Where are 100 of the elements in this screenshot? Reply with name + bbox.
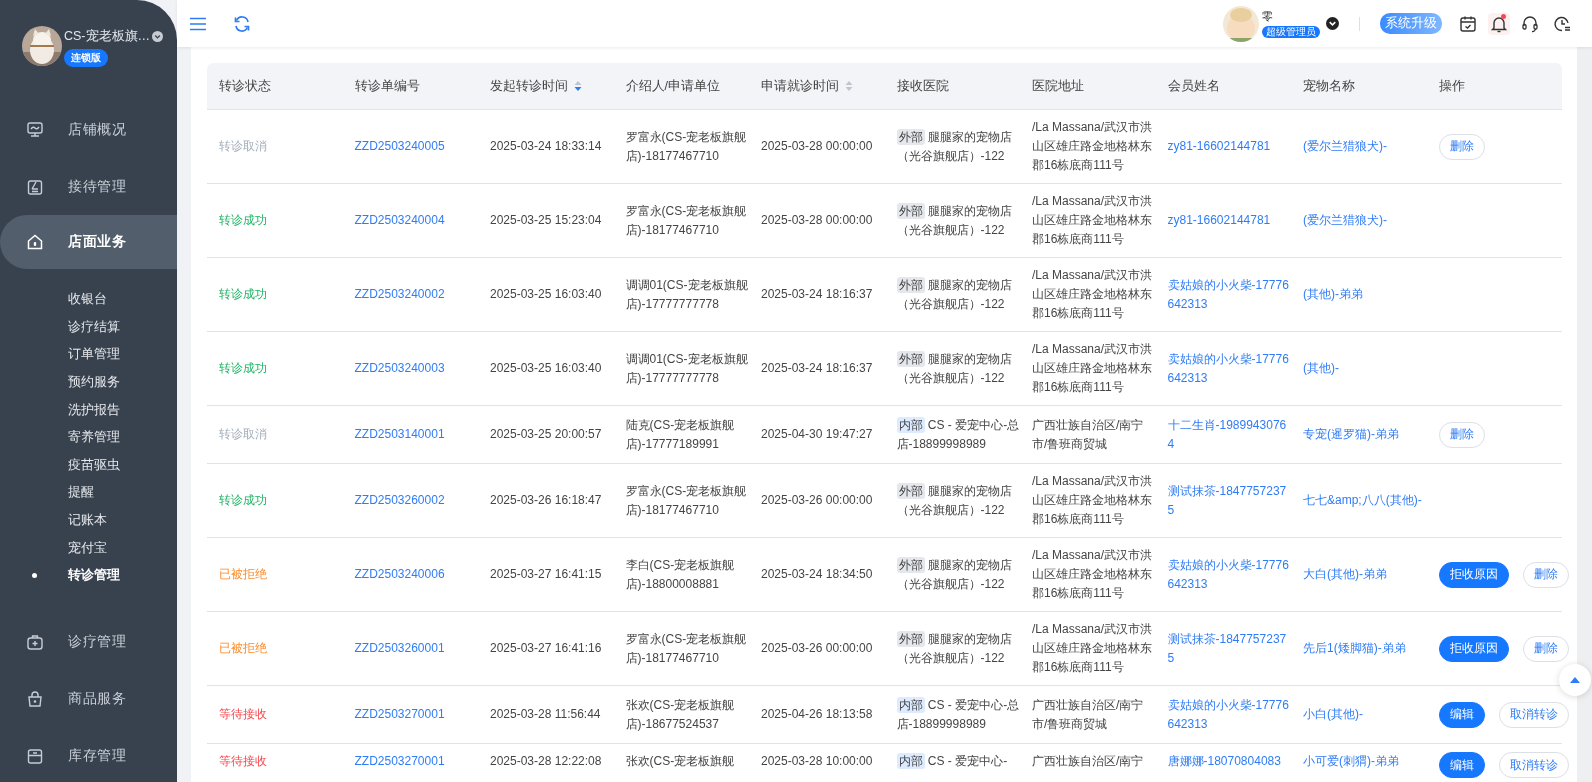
clock-icon[interactable] — [1553, 14, 1571, 33]
menu-label: 店面业务 — [68, 233, 126, 251]
order-number-link[interactable]: ZZD2503240006 — [354, 565, 445, 584]
member-link[interactable]: 唐娜娜-18070804083 — [1167, 752, 1281, 771]
sidebar-item[interactable]: 诊疗管理 — [0, 613, 177, 671]
member-link[interactable]: 卖姑娘的小火柴-17776642313 — [1167, 555, 1291, 594]
submenu-item[interactable]: 收银台 — [0, 286, 177, 314]
hospital-tag: 外部 — [896, 350, 925, 367]
member-link[interactable]: 卖姑娘的小火柴-17776642313 — [1167, 349, 1291, 388]
table-cell-text: 罗富永(CS-宠老板旗舰店)-18177467710 — [625, 482, 748, 519]
submenu-item[interactable]: 寄养管理 — [0, 423, 177, 452]
pet-link[interactable]: (爱尔兰猎狼犬)- — [1303, 211, 1387, 230]
member-link[interactable]: 测试抹茶-18477572375 — [1167, 629, 1291, 668]
action-button[interactable]: 取消转诊 — [1498, 701, 1569, 728]
member-link[interactable]: 十二生肖-19899430764 — [1167, 415, 1291, 454]
action-button[interactable]: 取消转诊 — [1498, 752, 1569, 778]
action-button[interactable]: 编辑 — [1438, 701, 1485, 728]
order-number-link[interactable]: ZZD2503240003 — [354, 359, 445, 378]
table-cell-text: 调调01(CS-宠老板旗舰店)-17777777778 — [625, 276, 749, 313]
menu-label: 接待管理 — [68, 177, 126, 196]
table-cell-text: 2025-03-25 15:23:04 — [490, 212, 602, 229]
action-button[interactable]: 拒收原因 — [1438, 635, 1509, 662]
sort-icon[interactable] — [574, 80, 582, 92]
headset-icon[interactable] — [1521, 14, 1539, 33]
order-number-link[interactable]: ZZD2503140001 — [354, 425, 445, 444]
order-number-link[interactable]: ZZD2503260001 — [354, 639, 445, 658]
pet-link[interactable]: (爱尔兰猎狼犬)- — [1303, 137, 1387, 156]
sidebar-item[interactable]: 店铺概况 — [0, 101, 177, 158]
status-text: 已被拒绝 — [219, 566, 267, 583]
sidebar-item[interactable]: 商品服务 — [0, 670, 177, 728]
submenu-item[interactable]: 宠付宝 — [0, 534, 177, 562]
submenu-item[interactable]: 订单管理 — [0, 341, 177, 369]
action-button[interactable]: 拒收原因 — [1438, 561, 1509, 588]
action-button[interactable]: 编辑 — [1438, 752, 1485, 778]
member-link[interactable]: 测试抹茶-18477572375 — [1167, 481, 1291, 520]
table-cell-text: 2025-03-27 16:41:16 — [490, 640, 602, 657]
table-cell-text: 外部 腿腿家的宠物店（光谷旗舰店）-122 — [896, 201, 1013, 239]
dropdown-icon[interactable] — [1326, 17, 1339, 30]
pet-link[interactable]: 小可爱(刺猬)-弟弟 — [1303, 752, 1399, 771]
hospital-tag: 外部 — [896, 202, 925, 219]
submenu-item[interactable]: 提醒 — [0, 479, 177, 507]
table-cell-text: 2025-04-30 19:47:27 — [761, 426, 873, 443]
shop-name[interactable]: CS-宠老板旗… — [64, 28, 151, 45]
pet-link[interactable]: 七七&amp;八八(其他)- — [1303, 491, 1422, 510]
column-header: 转诊状态 — [219, 77, 271, 95]
calendar-icon[interactable] — [1459, 14, 1477, 33]
pet-link[interactable]: (其他)- — [1303, 359, 1339, 378]
column-header: 介绍人/申请单位 — [625, 77, 720, 95]
action-button[interactable]: 删除 — [1438, 421, 1485, 448]
table-cell-text: 罗富永(CS-宠老板旗舰店)-18177467710 — [625, 202, 748, 239]
table-cell-text: 广西壮族自治区/南宁市/鲁班商贸城 — [1032, 696, 1145, 733]
sidebar-item[interactable]: 店面业务 — [0, 215, 177, 269]
table-cell-text: 陆克(CS-宠老板旗舰店)-17777189991 — [625, 416, 736, 453]
table-cell-text: 2025-03-25 16:03:40 — [490, 286, 602, 303]
action-button[interactable]: 删除 — [1522, 635, 1569, 662]
submenu-item[interactable]: 预约服务 — [0, 368, 177, 397]
hospital-tag: 外部 — [896, 556, 925, 573]
order-number-link[interactable]: ZZD2503240002 — [354, 285, 445, 304]
upgrade-button[interactable]: 系统升级 — [1380, 13, 1442, 34]
order-number-link[interactable]: ZZD2503240004 — [354, 211, 445, 230]
table-cell-text: 广西壮族自治区/南宁市/鲁班商贸城 — [1032, 416, 1145, 453]
table-cell-text: /La Massana/武汉市洪山区雄庄路金地格林东郡16栋底商111号 — [1032, 193, 1154, 248]
sidebar-item[interactable]: 接待管理 — [0, 158, 177, 215]
action-button[interactable]: 删除 — [1438, 133, 1485, 160]
pet-link[interactable]: 专宠(暹罗猫)-弟弟 — [1303, 425, 1399, 444]
menu-label: 商品服务 — [68, 690, 126, 709]
submenu-item[interactable]: 洗护报告 — [0, 396, 177, 424]
table-cell-text: 张欢(CS-宠老板旗舰店)-18677524537 — [625, 696, 736, 733]
pet-link[interactable]: 先后1(矮脚猫)-弟弟 — [1303, 639, 1406, 658]
member-link[interactable]: zy81-16602144781 — [1167, 137, 1271, 156]
action-button[interactable]: 删除 — [1522, 561, 1569, 588]
cabinet-icon — [26, 747, 44, 766]
order-number-link[interactable]: ZZD2503260002 — [354, 491, 445, 510]
status-text: 转诊成功 — [219, 286, 267, 303]
status-text: 等待接收 — [219, 753, 267, 770]
table-cell-text: 2025-03-25 16:03:40 — [490, 360, 602, 377]
status-text: 转诊取消 — [219, 426, 267, 443]
submenu-item[interactable]: 转诊管理 — [0, 561, 177, 590]
submenu-label: 订单管理 — [68, 346, 120, 364]
order-number-link[interactable]: ZZD2503240005 — [354, 137, 445, 156]
refresh-icon[interactable] — [233, 14, 251, 33]
submenu-label: 疫苗驱虫 — [68, 456, 120, 474]
pet-link[interactable]: 小白(其他)- — [1303, 705, 1363, 724]
submenu-item[interactable]: 诊疗结算 — [0, 313, 177, 342]
edition-badge: 连锁版 — [64, 49, 108, 67]
table-cell-text: /La Massana/武汉市洪山区雄庄路金地格林东郡16栋底商111号 — [1032, 621, 1154, 676]
order-number-link[interactable]: ZZD2503270001 — [354, 705, 445, 724]
member-link[interactable]: 卖姑娘的小火柴-17776642313 — [1167, 275, 1291, 314]
pet-link[interactable]: (其他)-弟弟 — [1303, 285, 1363, 304]
table-cell-text: 李白(CS-宠老板旗舰店)-18800008881 — [625, 556, 736, 593]
sidebar-item[interactable]: 库存管理 — [0, 727, 177, 782]
member-link[interactable]: zy81-16602144781 — [1167, 211, 1271, 230]
submenu-item[interactable]: 记账本 — [0, 506, 177, 535]
table-cell-text: 内部 CS - 爱宠中心-总店-18899998989 — [896, 695, 1020, 733]
submenu-item[interactable]: 疫苗驱虫 — [0, 451, 177, 480]
bell-icon[interactable] — [1490, 14, 1508, 33]
pet-link[interactable]: 大白(其他)-弟弟 — [1303, 565, 1387, 584]
order-number-link[interactable]: ZZD2503270001 — [354, 752, 445, 771]
dropdown-icon[interactable] — [152, 31, 164, 42]
member-link[interactable]: 卖姑娘的小火柴-17776642313 — [1167, 695, 1291, 734]
